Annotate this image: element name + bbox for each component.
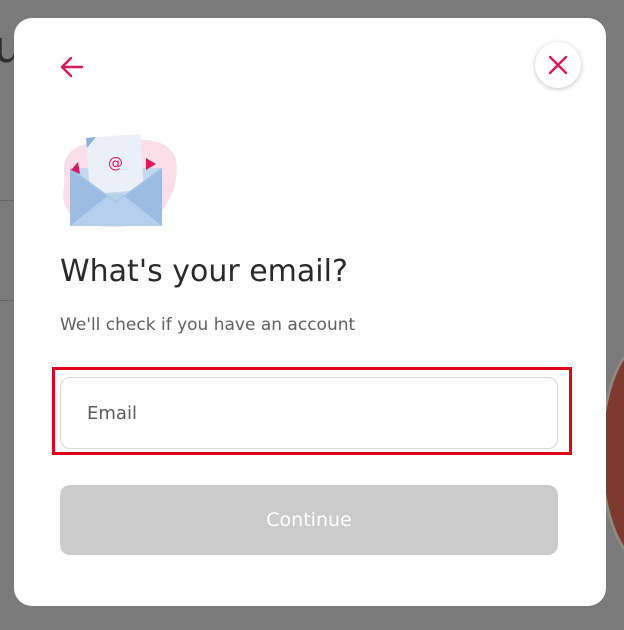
email-field[interactable] (60, 377, 558, 449)
arrow-left-icon (60, 56, 84, 78)
svg-text:@: @ (108, 154, 123, 172)
email-modal: @ What's your email? We'll check if you … (14, 18, 606, 606)
page-subtitle: We'll check if you have an account (60, 315, 356, 335)
back-button[interactable] (58, 52, 88, 82)
close-button[interactable] (535, 42, 581, 88)
page-title: What's your email? (60, 254, 348, 289)
close-x-icon (548, 55, 568, 75)
envelope-at-icon: @ (58, 132, 178, 232)
continue-button[interactable]: Continue (60, 485, 558, 555)
